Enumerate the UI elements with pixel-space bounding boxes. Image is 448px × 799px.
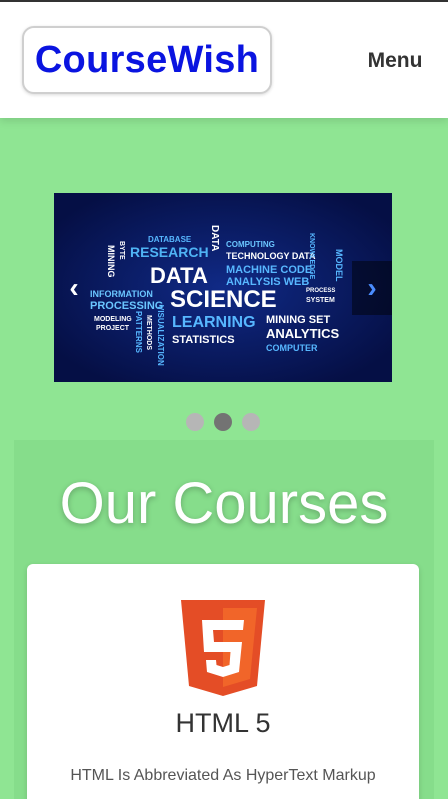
word-data-vertical: DATA [209, 225, 220, 251]
word-statistics: STATISTICS [172, 334, 235, 346]
word-patterns: PATTERNS [134, 311, 143, 354]
carousel-next-button[interactable]: › [352, 261, 392, 315]
html5-icon [181, 600, 265, 696]
course-title: HTML 5 [175, 708, 271, 738]
word-visualization: VISUALIZATION [156, 305, 165, 366]
word-project: PROJECT [96, 325, 130, 332]
carousel-dot-3[interactable] [242, 413, 260, 431]
word-information: INFORMATION [90, 289, 153, 299]
word-modeling: MODELING [94, 316, 132, 323]
word-data: DATA [150, 263, 208, 288]
carousel-prev-button[interactable]: ‹ [54, 261, 94, 315]
word-computer: COMPUTER [266, 343, 318, 353]
carousel-dot-2[interactable] [214, 413, 232, 431]
word-database: DATABASE [148, 235, 192, 244]
navbar: CourseWish Menu [0, 2, 448, 118]
word-machine-code: MACHINE CODE [226, 264, 312, 276]
word-science: SCIENCE [170, 286, 277, 313]
word-methods: METHODS [145, 315, 152, 350]
word-model: MODEL [334, 249, 344, 282]
word-analysis-web: ANALYSIS WEB [226, 276, 309, 288]
word-mining-set: MINING SET [266, 314, 330, 326]
menu-button[interactable]: Menu [350, 46, 440, 76]
image-carousel: DATABASE RESEARCH COMPUTING TECHNOLOGY D… [54, 193, 392, 382]
carousel-dot-1[interactable] [186, 413, 204, 431]
word-processing: PROCESSING [90, 300, 163, 312]
course-description: HTML Is Abbreviated As HyperText Markup [70, 767, 376, 784]
word-learning: LEARNING [172, 314, 256, 331]
word-research: RESEARCH [130, 244, 209, 260]
carousel-indicators [186, 413, 260, 433]
section-title: Our Courses [59, 471, 389, 536]
word-computing: COMPUTING [226, 240, 275, 249]
word-mining: MINING [106, 245, 116, 278]
course-card[interactable]: HTML 5 HTML Is Abbreviated As HyperText … [27, 564, 419, 799]
data-science-word-cloud-image: DATABASE RESEARCH COMPUTING TECHNOLOGY D… [54, 193, 392, 382]
logo-button[interactable]: CourseWish [22, 26, 272, 94]
word-system: SYSTEM [306, 297, 335, 304]
word-technology-data: TECHNOLOGY DATA [226, 251, 316, 261]
word-knowledge: KNOWLEDGE [308, 233, 315, 280]
logo-text: CourseWish [34, 38, 260, 81]
word-process: PROCESS [306, 288, 335, 294]
word-analytics: ANALYTICS [266, 326, 340, 341]
word-byte: BYTE [118, 241, 125, 260]
